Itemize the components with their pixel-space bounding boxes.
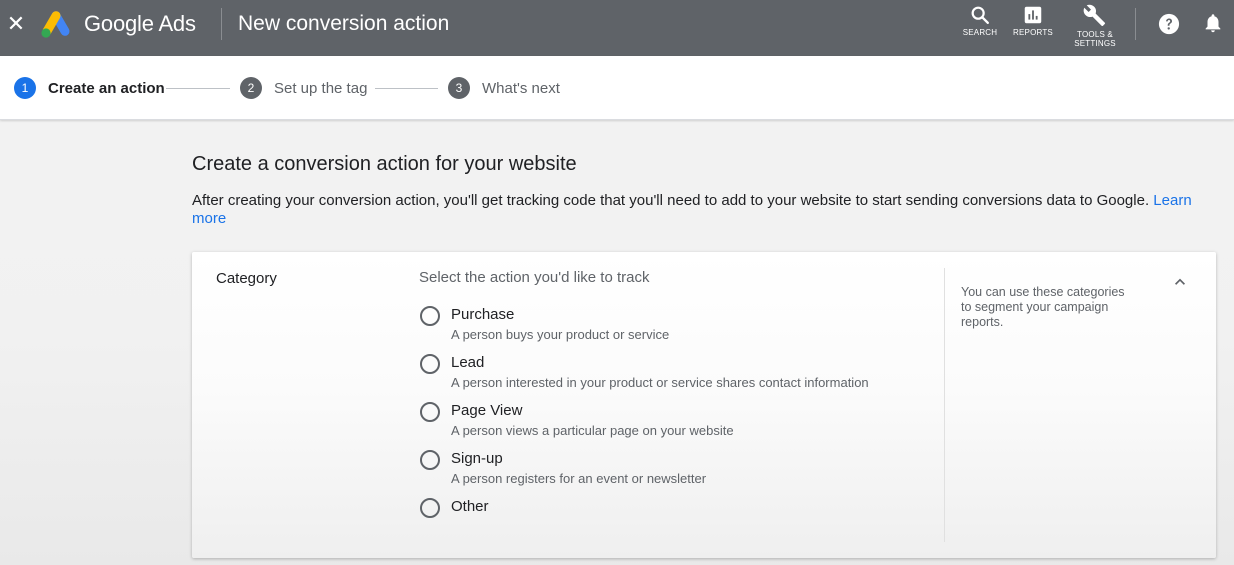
category-label: Category <box>216 270 277 287</box>
step-label: Create an action <box>48 79 165 97</box>
tools-settings-button[interactable]: TOOLS & SETTINGS <box>1070 4 1120 48</box>
header-divider <box>221 8 222 40</box>
step-create-action[interactable]: 1 Create an action <box>14 77 165 99</box>
radio-button[interactable] <box>420 498 440 518</box>
category-card: Category Select the action you'd like to… <box>192 252 1216 558</box>
option-title: Other <box>451 498 489 515</box>
option-title: Purchase <box>451 306 515 323</box>
radio-button[interactable] <box>420 450 440 470</box>
card-divider <box>944 268 945 542</box>
category-help-text: You can use these categories to segment … <box>961 285 1125 329</box>
step-number: 1 <box>14 77 36 99</box>
option-title: Page View <box>451 402 523 419</box>
tools-label-line2: SETTINGS <box>1074 39 1116 48</box>
step-label: Set up the tag <box>274 79 368 97</box>
search-icon <box>971 6 989 24</box>
progress-stepper: 1 Create an action 2 Set up the tag 3 Wh… <box>0 56 1234 120</box>
option-title: Lead <box>451 354 485 371</box>
step-set-up-tag: 2 Set up the tag <box>240 77 367 99</box>
radio-button[interactable] <box>420 402 440 422</box>
step-label: What's next <box>482 79 560 97</box>
option-subtitle: A person registers for an event or newsl… <box>451 471 707 486</box>
reports-label: REPORTS <box>1013 28 1053 37</box>
step-whats-next: 3 What's next <box>448 77 560 99</box>
reports-icon <box>1024 6 1042 24</box>
radio-button[interactable] <box>420 354 440 374</box>
top-app-bar: ✕ Google Ads New conversion action SEARC… <box>0 0 1234 56</box>
google-ads-logo <box>41 11 70 38</box>
bell-icon[interactable] <box>1202 12 1224 34</box>
step-number: 3 <box>448 77 470 99</box>
brand-name: Google Ads <box>84 11 196 36</box>
header-divider-right <box>1135 8 1136 40</box>
section-heading: Create a conversion action for your webs… <box>192 153 577 175</box>
tools-label-line1: TOOLS & <box>1077 30 1113 39</box>
section-description: After creating your conversion action, y… <box>192 192 1202 228</box>
chevron-up-icon[interactable] <box>1170 272 1190 292</box>
close-icon[interactable]: ✕ <box>6 12 26 36</box>
category-hint: Select the action you'd like to track <box>419 269 650 286</box>
step-connector <box>375 88 438 89</box>
step-connector <box>166 88 230 89</box>
radio-button[interactable] <box>420 306 440 326</box>
search-button[interactable]: SEARCH <box>960 4 1000 37</box>
option-title: Sign-up <box>451 450 503 467</box>
wrench-icon <box>1083 4 1106 27</box>
option-subtitle: A person interested in your product or s… <box>451 375 869 390</box>
description-text: After creating your conversion action, y… <box>192 192 1150 209</box>
step-number: 2 <box>240 77 262 99</box>
reports-button[interactable]: REPORTS <box>1010 4 1056 37</box>
option-subtitle: A person buys your product or service <box>451 327 670 342</box>
search-label: SEARCH <box>962 28 998 37</box>
help-icon[interactable] <box>1158 13 1180 35</box>
option-subtitle: A person views a particular page on your… <box>451 423 734 438</box>
page-title: New conversion action <box>238 12 450 35</box>
